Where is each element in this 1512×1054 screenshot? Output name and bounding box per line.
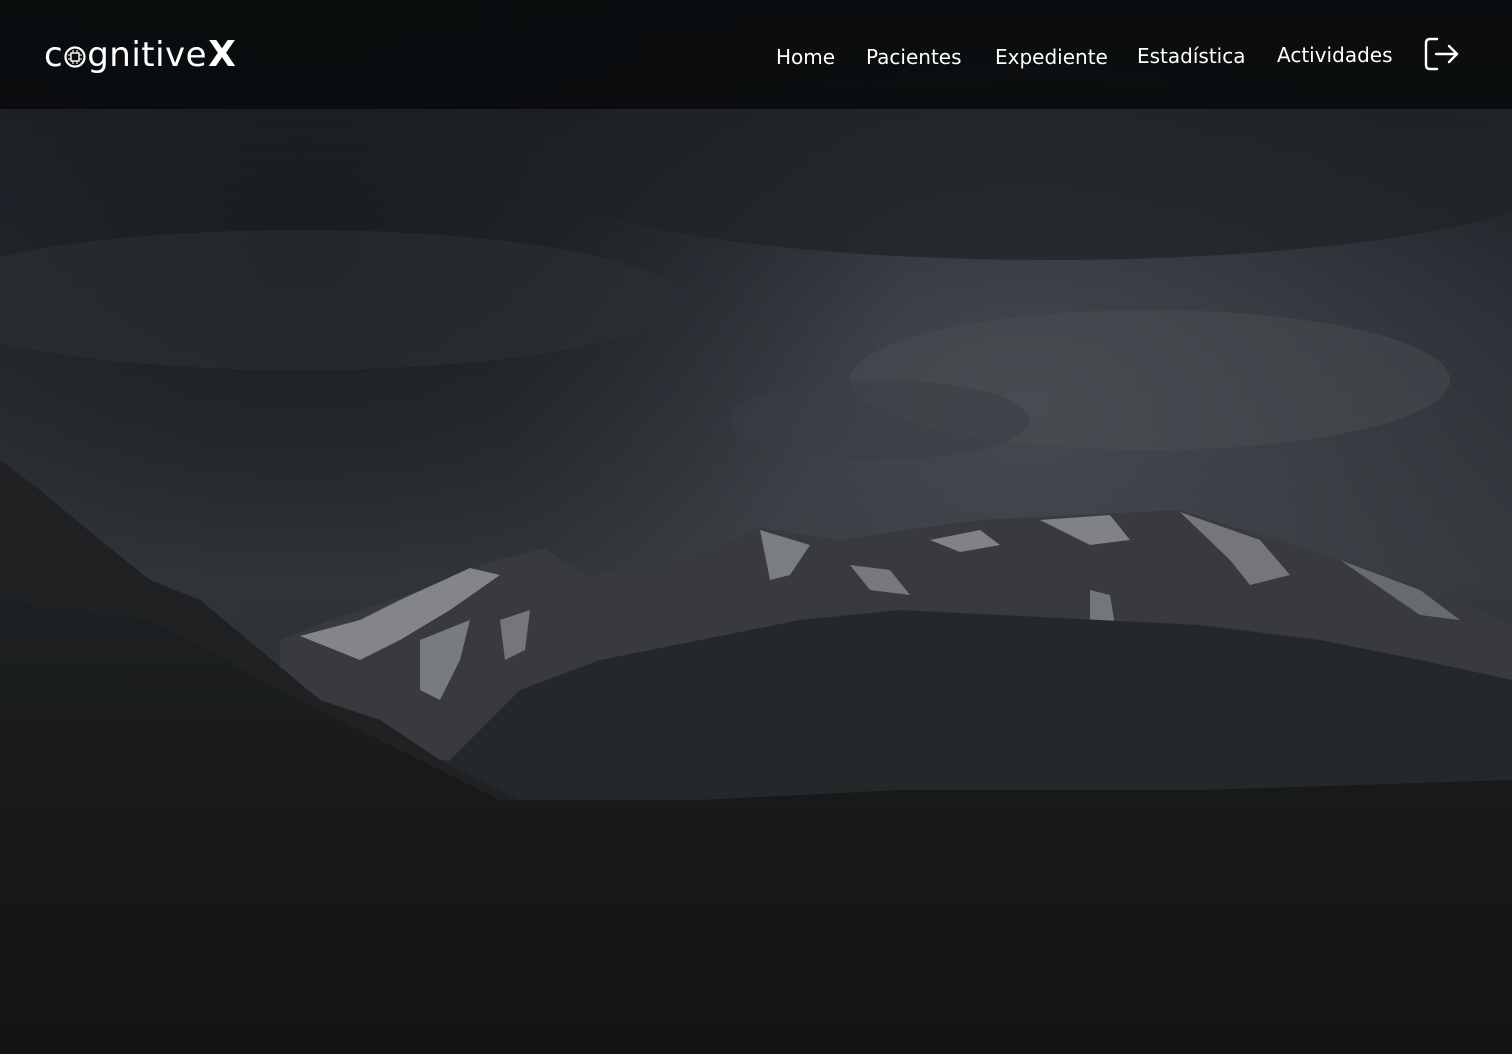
nav-item-expediente[interactable]: Expediente <box>995 45 1108 69</box>
page: c gnitive X Home Pacientes Expediente Es… <box>0 0 1512 1054</box>
brand-logo[interactable]: c gnitive X <box>44 32 236 78</box>
logo-text-suffix: X <box>208 34 237 75</box>
nav-item-pacientes[interactable]: Pacientes <box>866 45 962 69</box>
hero-background-image <box>0 0 1512 1054</box>
logo-text-prefix: c <box>44 35 64 75</box>
nav-item-home[interactable]: Home <box>776 45 835 69</box>
brain-chip-icon <box>64 46 86 68</box>
logout-icon[interactable] <box>1423 36 1461 72</box>
nav-item-estadistica[interactable]: Estadística <box>1137 44 1245 68</box>
logo-text-middle: gnitive <box>87 35 208 75</box>
top-navigation-bar: c gnitive X Home Pacientes Expediente Es… <box>0 0 1512 109</box>
nav-item-actividades[interactable]: Actividades <box>1277 43 1393 67</box>
